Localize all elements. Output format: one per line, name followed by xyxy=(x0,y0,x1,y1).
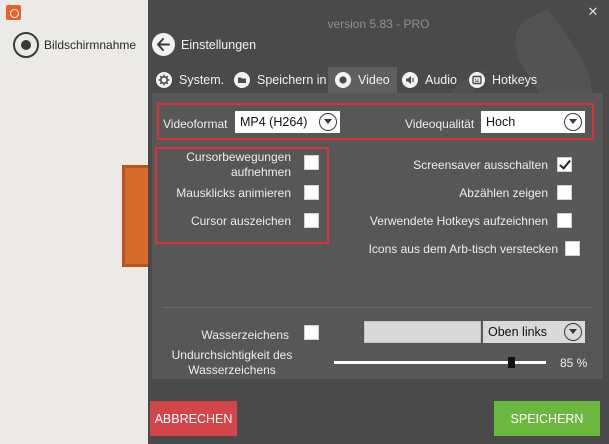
save-button[interactable]: SPEICHERN xyxy=(494,401,600,436)
option-hide-desktop-icons-checkbox[interactable] xyxy=(565,241,580,256)
watermark-position-value: Oben links xyxy=(488,325,548,339)
option-cursor-movement-label: Cursorbewegungen aufnehmen xyxy=(186,150,291,179)
record-icon xyxy=(335,72,351,88)
gear-icon xyxy=(156,72,172,88)
tab-audio-label: Audio xyxy=(425,73,457,87)
close-button[interactable]: ✕ xyxy=(585,4,601,20)
background-app-title: Bildschirmnahme xyxy=(44,38,137,52)
option-record-hotkeys-label: Verwendete Hotkeys aufzeichnen xyxy=(369,214,548,228)
tab-hotkeys[interactable]: Hotkeys xyxy=(469,67,537,93)
opacity-slider[interactable] xyxy=(334,357,546,368)
videoquality-value: Hoch xyxy=(486,115,516,129)
chevron-down-icon xyxy=(319,113,337,131)
settings-title: Einstellungen xyxy=(181,38,257,52)
tab-system[interactable]: System. xyxy=(156,67,224,93)
opacity-label: Undurchsichtigkeit des Wasserzeichens xyxy=(171,348,293,377)
watermark-text-input[interactable] xyxy=(364,321,481,343)
option-highlight-cursor-checkbox[interactable] xyxy=(304,213,319,228)
arrow-left-icon xyxy=(157,38,170,51)
videoformat-value: MP4 (H264) xyxy=(240,115,308,129)
speaker-icon xyxy=(402,72,418,88)
tab-save-to-label: Speichern in xyxy=(257,73,327,87)
tab-system-label: System. xyxy=(179,73,225,87)
video-settings: Videoformat MP4 (H264) Videoqualität Hoc… xyxy=(152,93,603,379)
videoquality-label: Videoqualität xyxy=(405,117,475,131)
folder-icon xyxy=(234,72,250,88)
app-logo-icon xyxy=(6,5,21,20)
tab-video-label: Video xyxy=(358,73,390,87)
cancel-button[interactable]: ABBRECHEN xyxy=(150,401,237,436)
tab-video[interactable]: Video xyxy=(328,67,397,93)
option-hide-desktop-icons-label: Icons aus dem Arb-tisch verstecken xyxy=(368,242,558,256)
watermark-position-select[interactable]: Oben links xyxy=(483,321,585,343)
background-app: Bildschirmnahme xyxy=(0,0,152,444)
option-highlight-cursor-label: Cursor auszeichen xyxy=(190,214,291,228)
tab-hotkeys-label: Hotkeys xyxy=(492,73,538,87)
watermark-checkbox[interactable] xyxy=(304,325,319,340)
videoformat-select[interactable]: MP4 (H264) xyxy=(235,111,340,133)
videoquality-select[interactable]: Hoch xyxy=(481,111,585,133)
settings-panel: version 5.83 - PRO ✕ Einstellungen Syste… xyxy=(148,0,609,444)
option-record-hotkeys-checkbox[interactable] xyxy=(557,213,572,228)
option-cursor-movement-checkbox[interactable] xyxy=(304,155,319,170)
chevron-down-icon xyxy=(564,113,582,131)
watermark-label: Wasserzeichens xyxy=(201,328,289,342)
keyboard-icon xyxy=(469,72,485,88)
chevron-down-icon xyxy=(564,323,582,341)
videoformat-label: Videoformat xyxy=(163,117,228,131)
section-divider xyxy=(162,307,592,308)
option-screensaver-label: Screensaver ausschalten xyxy=(413,158,548,172)
version-label: version 5.83 - PRO xyxy=(327,17,430,31)
opacity-slider-thumb[interactable] xyxy=(508,357,516,368)
tab-audio[interactable]: Audio xyxy=(402,67,457,93)
tab-save-to[interactable]: Speichern in xyxy=(234,67,327,93)
option-animate-clicks-label: Mausklicks animieren xyxy=(176,186,291,200)
back-button[interactable] xyxy=(152,33,175,56)
option-animate-clicks-checkbox[interactable] xyxy=(304,185,319,200)
opacity-value: 85 % xyxy=(560,356,588,370)
option-countdown-label: Abzählen zeigen xyxy=(459,186,548,200)
record-icon[interactable] xyxy=(13,32,39,58)
option-countdown-checkbox[interactable] xyxy=(557,185,572,200)
option-screensaver-checkbox[interactable] xyxy=(557,157,572,172)
